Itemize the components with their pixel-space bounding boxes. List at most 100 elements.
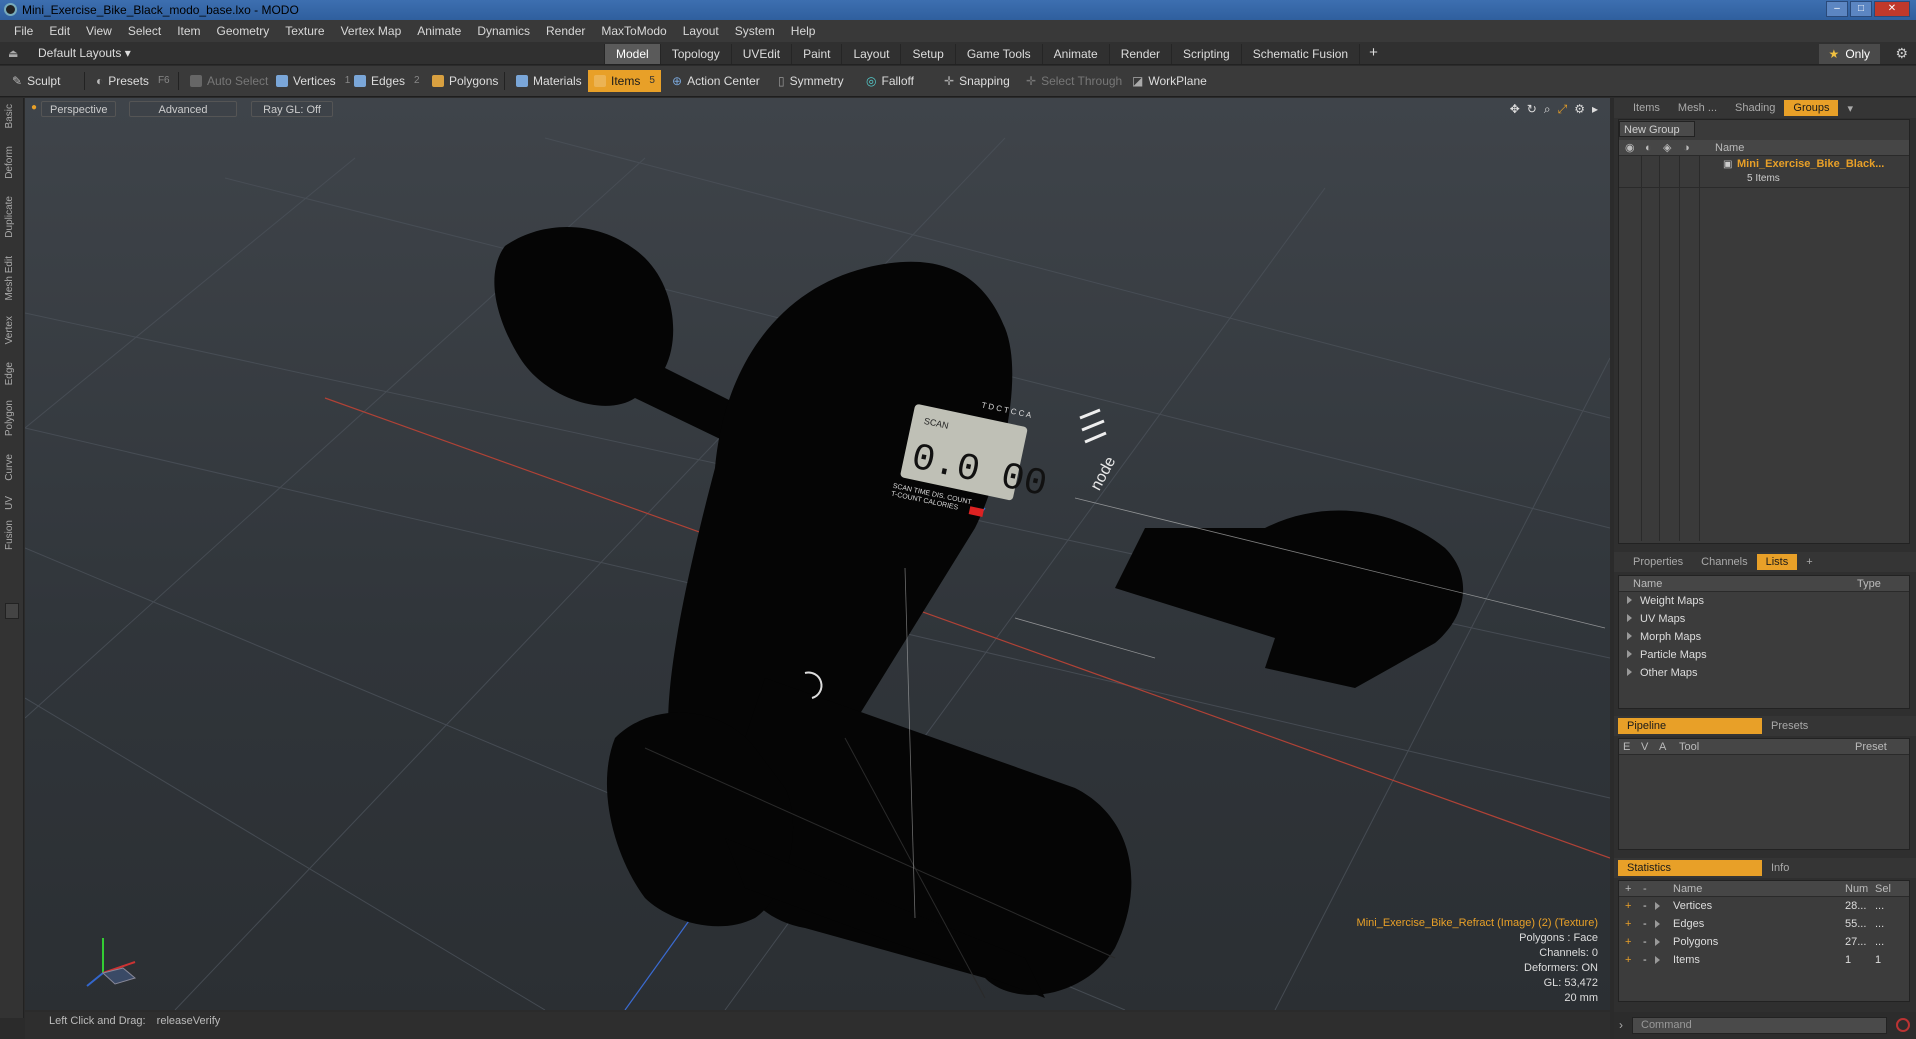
sculpt-button[interactable]: ✎ Sculpt xyxy=(6,70,66,92)
vtab-deform[interactable]: Deform xyxy=(4,146,15,179)
menu-item[interactable]: Item xyxy=(169,24,208,38)
command-history-icon[interactable] xyxy=(1896,1018,1910,1032)
group-row[interactable]: ▣ Mini_Exercise_Bike_Black... 5 Items xyxy=(1619,156,1909,188)
exercise-bike-model[interactable] xyxy=(494,226,1464,998)
3d-viewport[interactable]: SCAN 0.0 00 T D C T C C A SCAN TIME DIS.… xyxy=(25,98,1610,1010)
menu-system[interactable]: System xyxy=(727,24,783,38)
falloff-button[interactable]: ◎ Falloff xyxy=(860,70,920,92)
command-expand-icon[interactable]: › xyxy=(1619,1018,1623,1032)
tab-scripting[interactable]: Scripting xyxy=(1171,44,1241,64)
layout-lock-icon[interactable]: ⏏ xyxy=(8,47,18,60)
maximize-button[interactable]: □ xyxy=(1850,1,1872,17)
menu-file[interactable]: File xyxy=(6,24,41,38)
menu-maxtomodo[interactable]: MaxToModo xyxy=(593,24,674,38)
group-folder-icon: ▣ xyxy=(1723,159,1733,170)
menu-animate[interactable]: Animate xyxy=(409,24,469,38)
tab-items[interactable]: Items xyxy=(1624,100,1669,116)
layouts-dropdown[interactable]: Default Layouts ▾ xyxy=(38,46,131,60)
menu-help[interactable]: Help xyxy=(783,24,824,38)
vtab-duplicate[interactable]: Duplicate xyxy=(4,196,15,238)
close-button[interactable]: ✕ xyxy=(1874,1,1910,17)
shading-mode-button[interactable]: Advanced xyxy=(129,101,237,117)
list-item-other-maps[interactable]: Other Maps xyxy=(1619,664,1909,682)
workplane-button[interactable]: ◪ WorkPlane xyxy=(1126,70,1213,92)
tab-setup[interactable]: Setup xyxy=(900,44,954,64)
list-item-uv-maps[interactable]: UV Maps xyxy=(1619,610,1909,628)
menu-render[interactable]: Render xyxy=(538,24,593,38)
menu-edit[interactable]: Edit xyxy=(41,24,78,38)
vtab-edge[interactable]: Edge xyxy=(4,362,15,385)
menu-view[interactable]: View xyxy=(78,24,120,38)
minimize-button[interactable]: – xyxy=(1826,1,1848,17)
list-item-weight-maps[interactable]: Weight Maps xyxy=(1619,592,1909,610)
symmetry-button[interactable]: ▯ Symmetry xyxy=(772,70,850,92)
strip-collapse-handle[interactable] xyxy=(5,603,19,619)
raygl-button[interactable]: Ray GL: Off xyxy=(251,101,333,117)
tab-presets[interactable]: Presets xyxy=(1762,718,1817,734)
tab-info[interactable]: Info xyxy=(1762,860,1798,876)
vtab-fusion[interactable]: Fusion xyxy=(4,520,15,550)
tab-lists[interactable]: Lists xyxy=(1756,554,1798,570)
groups-menu-chevron-icon[interactable]: ▾ xyxy=(1838,100,1862,117)
auto-select-button[interactable]: Auto Select xyxy=(184,70,274,92)
tab-statistics[interactable]: Statistics xyxy=(1618,860,1762,876)
tab-game-tools[interactable]: Game Tools xyxy=(954,44,1042,64)
pan-icon[interactable]: ✥ xyxy=(1510,102,1520,117)
add-tab-button[interactable]: + xyxy=(1359,44,1387,64)
vertices-button[interactable]: Vertices 1 xyxy=(270,70,356,92)
action-center-button[interactable]: ⊕ Action Center xyxy=(666,70,766,92)
stats-row-items[interactable]: + - Items 1 1 xyxy=(1619,951,1909,969)
tab-render[interactable]: Render xyxy=(1108,44,1171,64)
vtab-polygon[interactable]: Polygon xyxy=(4,400,15,436)
list-item-morph-maps[interactable]: Morph Maps xyxy=(1619,628,1909,646)
tab-shading[interactable]: Shading xyxy=(1726,100,1784,116)
items-button[interactable]: Items 5 xyxy=(588,70,661,92)
polygons-button[interactable]: Polygons xyxy=(426,70,504,92)
only-toggle[interactable]: ★ Only xyxy=(1818,44,1880,64)
select-through-button[interactable]: ✛ Select Through xyxy=(1020,70,1128,92)
gear-icon[interactable]: ⚙ xyxy=(1895,45,1908,62)
vtab-curve[interactable]: Curve xyxy=(4,454,15,481)
tab-model[interactable]: Model xyxy=(604,44,660,64)
viewport-expand-icon[interactable]: ▸ xyxy=(1592,102,1598,117)
stats-row-vertices[interactable]: + - Vertices 28... ... xyxy=(1619,897,1909,915)
new-group-button[interactable]: New Group xyxy=(1619,121,1695,137)
add-panel-tab-button[interactable]: + xyxy=(1797,554,1821,570)
snapping-button[interactable]: ✛ Snapping xyxy=(938,70,1016,92)
menu-dynamics[interactable]: Dynamics xyxy=(469,24,538,38)
presets-button[interactable]: ◐ Presets F6 xyxy=(90,70,176,92)
vtab-uv[interactable]: UV xyxy=(4,496,15,510)
list-item-particle-maps[interactable]: Particle Maps xyxy=(1619,646,1909,664)
tab-groups[interactable]: Groups xyxy=(1784,100,1839,116)
edges-button[interactable]: Edges 2 xyxy=(348,70,426,92)
menu-texture[interactable]: Texture xyxy=(277,24,332,38)
tab-animate[interactable]: Animate xyxy=(1041,44,1109,64)
materials-button[interactable]: Materials xyxy=(510,70,588,92)
tab-topology[interactable]: Topology xyxy=(659,44,731,64)
viewport-settings-icon[interactable]: ⚙ xyxy=(1574,102,1585,117)
stats-row-edges[interactable]: + - Edges 55... ... xyxy=(1619,915,1909,933)
tab-pipeline[interactable]: Pipeline xyxy=(1618,718,1762,734)
rotate-icon[interactable]: ↻ xyxy=(1527,102,1537,117)
tab-channels[interactable]: Channels xyxy=(1692,554,1756,570)
viewport-menu-dot[interactable]: ● xyxy=(31,102,37,113)
tab-schematic-fusion[interactable]: Schematic Fusion xyxy=(1240,44,1359,64)
zoom-icon[interactable]: ⌕ xyxy=(1544,102,1551,117)
tab-layout[interactable]: Layout xyxy=(841,44,900,64)
tab-paint[interactable]: Paint xyxy=(791,44,841,64)
command-input[interactable]: Command xyxy=(1632,1017,1887,1034)
fit-icon[interactable]: ⤢ xyxy=(1558,102,1568,117)
view-type-button[interactable]: Perspective xyxy=(41,101,117,117)
tab-mesh[interactable]: Mesh ... xyxy=(1669,100,1726,116)
tab-properties[interactable]: Properties xyxy=(1624,554,1692,570)
menu-geometry[interactable]: Geometry xyxy=(209,24,278,38)
vtab-mesh-edit[interactable]: Mesh Edit xyxy=(4,256,15,300)
menu-layout[interactable]: Layout xyxy=(675,24,727,38)
tab-uvedit[interactable]: UVEdit xyxy=(730,44,791,64)
menu-vertex-map[interactable]: Vertex Map xyxy=(333,24,410,38)
symmetry-icon: ▯ xyxy=(778,74,785,88)
vtab-vertex[interactable]: Vertex xyxy=(4,316,15,344)
stats-row-polygons[interactable]: + - Polygons 27... ... xyxy=(1619,933,1909,951)
vtab-basic[interactable]: Basic xyxy=(4,104,15,128)
menu-select[interactable]: Select xyxy=(120,24,169,38)
